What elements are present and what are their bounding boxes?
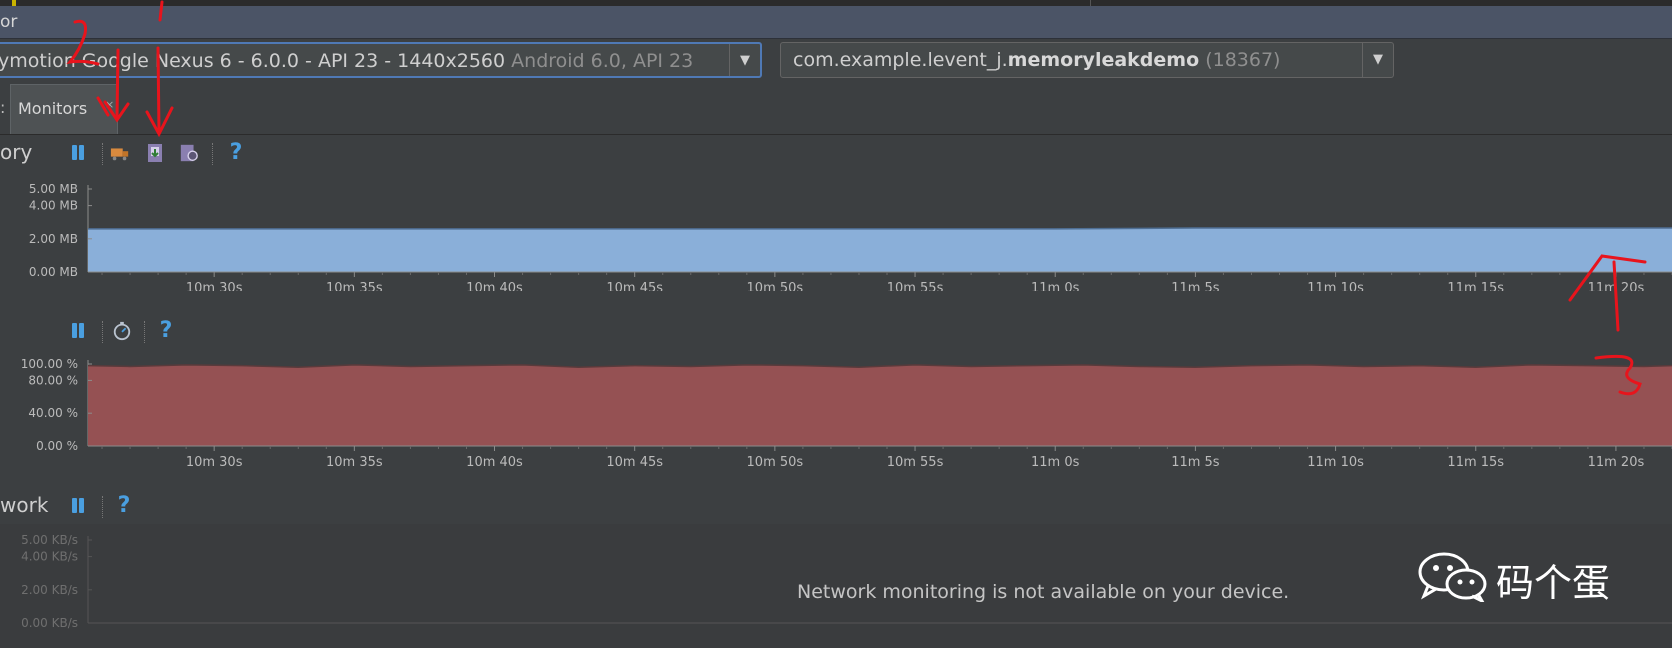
x-tick-label: 11m 0s <box>1031 455 1080 470</box>
process-dropdown-text: com.example.levent_j.memoryleakdemo (183… <box>793 43 1280 77</box>
x-tick-label: 11m 5s <box>1171 281 1220 291</box>
watermark: 码个蛋 <box>1416 548 1656 605</box>
y-tick-label: 80.00 % <box>28 373 78 387</box>
x-tick-label: 10m 40s <box>466 281 523 291</box>
tool-window-title: or <box>0 12 18 32</box>
x-tick-label: 10m 40s <box>466 455 523 470</box>
network-monitor-title: work <box>0 493 49 517</box>
y-tick-label: 100.00 % <box>21 357 78 371</box>
x-tick-label: 11m 20s <box>1588 281 1645 291</box>
x-tick-label: 10m 35s <box>326 455 383 470</box>
network-unavailable-message: Network monitoring is not available on y… <box>797 581 1290 603</box>
y-tick-label: 2.00 KB/s <box>21 583 78 597</box>
x-tick-label: 11m 5s <box>1171 455 1220 470</box>
network-monitor-header: work ? <box>0 488 1672 524</box>
pause-icon[interactable] <box>70 321 86 339</box>
x-tick-label: 11m 0s <box>1031 281 1080 291</box>
x-tick-label: 11m 10s <box>1307 281 1364 291</box>
cpu-monitor-header: ? <box>0 313 1672 349</box>
chevron-down-icon[interactable]: ▼ <box>1362 43 1393 77</box>
package-prefix: com.example.levent_j. <box>793 49 1008 71</box>
toolbar-divider <box>102 496 103 518</box>
toolbar-divider <box>102 321 103 343</box>
method-tracing-icon[interactable] <box>112 321 132 341</box>
tool-window-title-bar: or <box>0 6 1672 39</box>
process-dropdown[interactable]: com.example.levent_j.memoryleakdemo (183… <box>780 42 1394 78</box>
process-id: (18367) <box>1205 49 1281 71</box>
y-tick-label: 0.00 % <box>36 439 78 453</box>
x-tick-label: 10m 45s <box>606 281 663 291</box>
y-tick-label: 4.00 MB <box>29 199 78 213</box>
help-icon[interactable]: ? <box>226 142 246 164</box>
x-tick-label: 10m 50s <box>747 281 804 291</box>
close-icon[interactable]: × <box>105 81 114 129</box>
tab-row: : Monitors × <box>0 84 1672 135</box>
x-tick-label: 11m 20s <box>1588 455 1645 470</box>
device-dropdown[interactable]: ymotion Google Nexus 6 - 6.0.0 - API 23 … <box>0 42 762 78</box>
wechat-icon <box>1418 552 1487 602</box>
device-process-row: ymotion Google Nexus 6 - 6.0.0 - API 23 … <box>0 39 1672 84</box>
x-tick-label: 11m 15s <box>1447 455 1504 470</box>
tab-fragment[interactable]: : <box>0 84 5 132</box>
x-tick-label: 10m 35s <box>326 281 383 291</box>
y-tick-label: 0.00 MB <box>29 265 78 279</box>
android-version: Android 6.0, API 23 <box>511 50 694 72</box>
cpu-chart: 0.00 % 40.00 % 80.00 % 100.00 % 10m 30s 10m 3… <box>21 357 1672 470</box>
series-line <box>88 227 1672 230</box>
tab-monitors[interactable]: Monitors × <box>10 84 118 134</box>
series-area <box>88 364 1672 446</box>
y-tick-label: 2.00 MB <box>29 232 78 246</box>
y-tick-label: 0.00 KB/s <box>21 616 78 630</box>
memory-chart-panel: 0.00 MB 2.00 MB 4.00 MB 5.00 MB 10m 30s 10m 3… <box>0 171 1672 291</box>
help-icon[interactable]: ? <box>156 320 176 342</box>
memory-chart: 0.00 MB 2.00 MB 4.00 MB 5.00 MB 10m 30s 10m 3… <box>29 182 1672 291</box>
y-tick-label: 40.00 % <box>28 406 78 420</box>
allocation-tracker-icon[interactable] <box>179 143 199 163</box>
tab-monitors-label: Monitors <box>18 99 88 118</box>
memory-monitor-header: ory ? <box>0 135 1672 171</box>
device-name: ymotion Google Nexus 6 - 6.0.0 - API 23 … <box>0 50 506 72</box>
series-area <box>88 228 1672 272</box>
memory-monitor-title: ory <box>0 140 33 164</box>
y-tick-label: 5.00 KB/s <box>21 533 78 547</box>
toolbar-divider <box>144 321 145 343</box>
toolbar-divider <box>102 143 103 165</box>
x-tick-label: 10m 45s <box>606 455 663 470</box>
help-icon[interactable]: ? <box>114 495 134 517</box>
x-tick-label: 10m 55s <box>887 281 944 291</box>
y-tick-label: 5.00 MB <box>29 182 78 196</box>
initiate-gc-icon[interactable] <box>110 143 130 163</box>
x-tick-label: 10m 55s <box>887 455 944 470</box>
watermark-text: 码个蛋 <box>1496 561 1611 605</box>
pause-icon[interactable] <box>70 496 86 514</box>
pause-icon[interactable] <box>70 143 86 161</box>
cpu-chart-panel: 0.00 % 40.00 % 80.00 % 100.00 % 10m 30s 10m 3… <box>0 349 1672 471</box>
x-tick-label: 10m 30s <box>186 455 243 470</box>
x-tick-label: 11m 10s <box>1307 455 1364 470</box>
toolbar-divider <box>212 143 213 165</box>
package-name: memoryleakdemo <box>1007 49 1200 71</box>
y-tick-label: 4.00 KB/s <box>21 550 78 564</box>
x-tick-label: 10m 50s <box>747 455 804 470</box>
chevron-down-icon[interactable]: ▼ <box>729 44 760 76</box>
x-tick-label: 11m 15s <box>1447 281 1504 291</box>
x-tick-label: 10m 30s <box>186 281 243 291</box>
dump-java-heap-icon[interactable] <box>146 143 166 163</box>
device-dropdown-text: ymotion Google Nexus 6 - 6.0.0 - API 23 … <box>0 44 694 76</box>
